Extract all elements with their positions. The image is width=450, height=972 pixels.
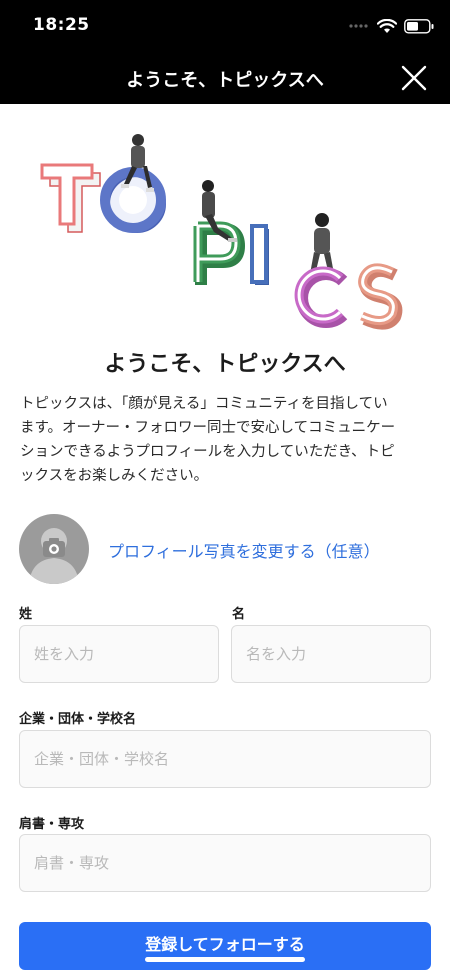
- topics-hero-illustration: [0, 104, 450, 340]
- status-indicators: [348, 15, 434, 37]
- nav-title: ようこそ、トピックスへ: [126, 70, 324, 91]
- intro-line: ます。オーナー・フォロワー同士で安心してコミュニケー: [20, 420, 396, 436]
- change-profile-photo-link[interactable]: プロフィール写真を変更する（任意）: [108, 538, 380, 562]
- first-name-label: 名: [232, 607, 246, 622]
- wifi-icon: [377, 18, 397, 33]
- avatar[interactable]: [19, 514, 89, 584]
- hero-letter-p: [193, 221, 246, 285]
- welcome-heading: ようこそ、トピックスへ: [104, 352, 346, 377]
- status-bar: 18:25: [0, 0, 450, 52]
- status-time: 18:25: [33, 15, 90, 35]
- register-and-follow-button[interactable]: 登録してフォローする: [19, 922, 431, 970]
- battery-icon: [404, 18, 434, 34]
- camera-icon: [29, 528, 79, 584]
- organization-input[interactable]: [19, 730, 431, 788]
- hero-letter-s: [358, 263, 403, 330]
- last-name-label: 姓: [19, 607, 33, 622]
- job-title-input[interactable]: [19, 834, 431, 892]
- close-icon[interactable]: [400, 64, 428, 92]
- nav-bar: ようこそ、トピックスへ: [0, 52, 450, 104]
- intro-line: トピックスは、「顔が見える」コミュニティを目指してい: [20, 396, 388, 412]
- hero-letter-i: [250, 224, 269, 285]
- cellular-dots-icon: [349, 24, 368, 28]
- home-indicator: [145, 957, 305, 962]
- hero-letter-c: [294, 266, 348, 328]
- intro-line: ックスをお楽しみください。: [20, 468, 209, 484]
- submit-button-label: 登録してフォローする: [145, 935, 305, 954]
- intro-line: ションできるようプロフィールを入力していただき、トピ: [20, 444, 395, 460]
- organization-label: 企業・団体・学校名: [19, 712, 137, 727]
- job-title-label: 肩書・専攻: [19, 817, 85, 832]
- last-name-input[interactable]: [19, 625, 219, 683]
- hero-letter-t: [40, 163, 101, 233]
- first-name-input[interactable]: [231, 625, 431, 683]
- hero-letter-o: [100, 167, 166, 233]
- intro-text: トピックスは、「顔が見える」コミュニティを目指してい ます。オーナー・フォロワー…: [20, 392, 432, 488]
